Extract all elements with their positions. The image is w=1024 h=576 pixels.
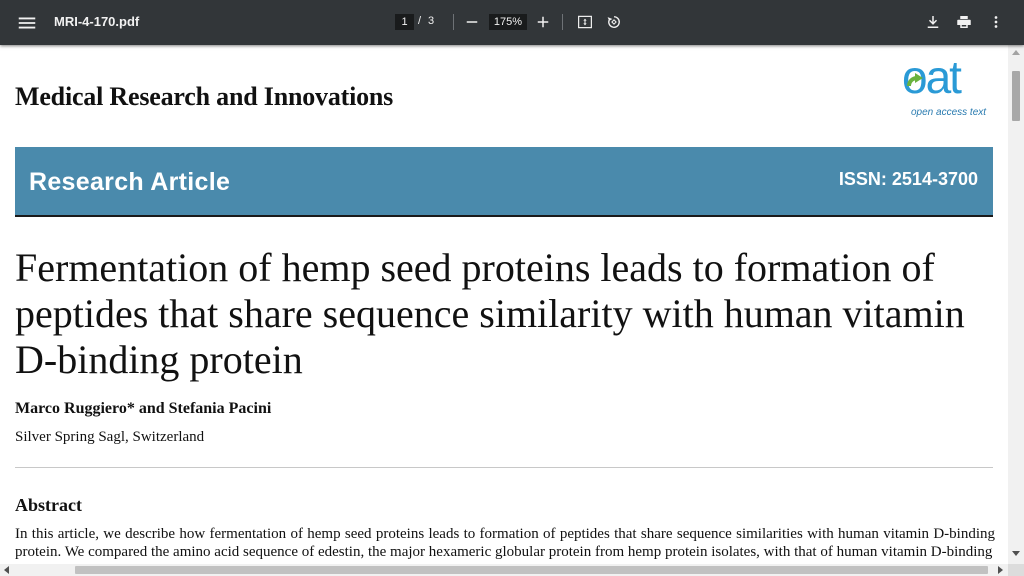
file-name: MRI-4-170.pdf xyxy=(54,14,140,29)
vertical-scrollbar[interactable] xyxy=(1008,45,1024,564)
more-vert-icon[interactable] xyxy=(987,13,1005,31)
menu-icon[interactable] xyxy=(16,12,38,34)
scroll-down-arrow-icon[interactable] xyxy=(1012,551,1020,556)
logo-tagline: open access text xyxy=(911,107,987,118)
scroll-left-arrow-icon[interactable] xyxy=(4,566,9,574)
abstract-text: In this article, we describe how ferment… xyxy=(15,526,995,560)
zoom-level-input[interactable]: 175% xyxy=(489,14,527,30)
total-pages: 3 xyxy=(428,15,435,27)
toolbar-divider xyxy=(562,14,563,30)
pdf-page: Medical Research and Innovations oat ope… xyxy=(0,45,1008,564)
zoom-out-icon[interactable] xyxy=(463,13,481,31)
toolbar-divider xyxy=(453,14,454,30)
pdf-toolbar: MRI-4-170.pdf 1 / 3 175% xyxy=(0,0,1024,45)
section-divider xyxy=(15,467,993,468)
zoom-in-icon[interactable] xyxy=(534,13,552,31)
page-separator: / xyxy=(418,15,422,27)
authors: Marco Ruggiero* and Stefania Pacini xyxy=(15,400,272,417)
article-type-banner: Research Article ISSN: 2514-3700 xyxy=(15,147,993,217)
affiliation: Silver Spring Sagl, Switzerland xyxy=(15,429,205,445)
scroll-right-arrow-icon[interactable] xyxy=(998,566,1003,574)
rotate-icon[interactable] xyxy=(605,13,623,31)
horizontal-scrollbar[interactable] xyxy=(0,564,1008,576)
abstract-heading: Abstract xyxy=(15,495,82,515)
vertical-scrollbar-thumb[interactable] xyxy=(1012,71,1020,121)
horizontal-scrollbar-thumb[interactable] xyxy=(75,566,988,574)
article-type-label: Research Article xyxy=(29,168,231,196)
scrollbar-corner xyxy=(1008,564,1024,576)
download-icon[interactable] xyxy=(924,13,942,31)
fit-page-icon[interactable] xyxy=(576,13,594,31)
print-icon[interactable] xyxy=(955,13,973,31)
article-title: Fermentation of hemp seed proteins leads… xyxy=(15,245,965,382)
journal-title: Medical Research and Innovations xyxy=(15,82,394,111)
oat-logo: oat open access text xyxy=(902,52,994,118)
logo-arrow-icon xyxy=(907,73,923,87)
scroll-up-arrow-icon[interactable] xyxy=(1012,50,1020,55)
issn-label: ISSN: 2514-3700 xyxy=(838,169,978,189)
current-page-input[interactable]: 1 xyxy=(395,14,414,30)
